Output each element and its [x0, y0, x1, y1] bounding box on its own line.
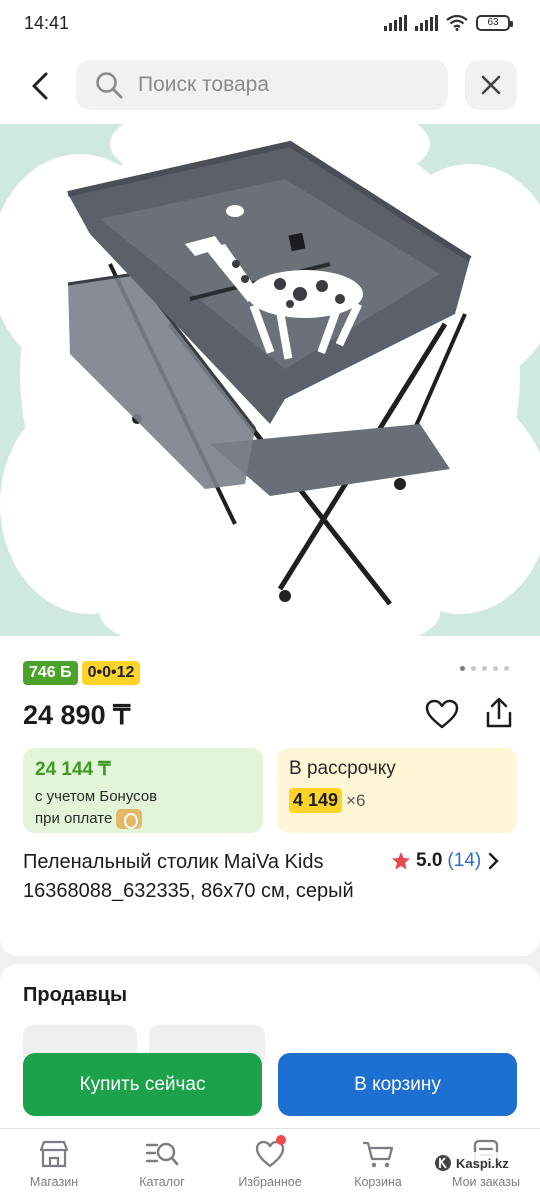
header: [0, 48, 540, 124]
bonus-badge: 746 Б: [23, 661, 78, 685]
badges: 746 Б 0•0•12: [23, 661, 141, 685]
product-price: 24 890 ₸: [23, 700, 131, 730]
star-icon: [392, 852, 410, 870]
chevron-right-icon: [489, 852, 499, 870]
tab-label: Мои заказы: [452, 1175, 520, 1189]
back-button[interactable]: [22, 66, 58, 106]
status-bar: 14:41 63: [0, 0, 540, 48]
product-illustration: [0, 124, 540, 636]
kaspi-logo-icon: [435, 1155, 451, 1171]
installment-title: В рассрочку: [289, 758, 396, 779]
chevron-left-icon: [32, 72, 48, 100]
catalog-search-icon: [145, 1142, 179, 1166]
signal-icon-2: [415, 15, 438, 31]
notification-dot: [276, 1135, 286, 1145]
close-button[interactable]: [465, 60, 517, 110]
tab-favorites[interactable]: Избранное: [216, 1129, 324, 1200]
status-time: 14:41: [24, 13, 70, 33]
installment-amount: 4 149: [289, 788, 343, 813]
share-button[interactable]: [482, 696, 518, 732]
watermark-text: Kaspi.kz: [456, 1155, 509, 1171]
tab-label: Избранное: [238, 1175, 302, 1189]
tab-label: Магазин: [29, 1175, 79, 1189]
cart-icon: [363, 1141, 394, 1168]
bonus-price-box[interactable]: 24 144 ₸ с учетом Бонусов при оплате: [23, 748, 263, 833]
heart-icon: [425, 699, 459, 729]
bonus-note: с учетом Бонусов при оплате: [35, 786, 251, 830]
tab-cart[interactable]: Корзина: [324, 1129, 432, 1200]
installment-box[interactable]: В рассрочку 4 149 ×6: [277, 748, 517, 833]
search-icon: [96, 72, 123, 99]
battery-icon: 63: [476, 15, 513, 31]
status-icons: 63: [384, 15, 513, 31]
close-icon: [481, 75, 501, 95]
sellers-title: Продавцы: [23, 984, 128, 1006]
product-title: Пеленальный столик MaiVa Kids 16368088_6…: [23, 851, 354, 902]
buy-now-button[interactable]: Купить сейчас: [23, 1053, 262, 1116]
wifi-icon: [446, 15, 468, 31]
bonus-price: 24 144 ₸: [35, 759, 111, 780]
payment-coin-icon: [116, 809, 143, 830]
tab-store[interactable]: Магазин: [0, 1129, 108, 1200]
share-icon: [486, 697, 512, 728]
installment-badge: 0•0•12: [81, 661, 141, 685]
store-icon: [39, 1140, 69, 1168]
search-input[interactable]: [138, 73, 438, 97]
product-image[interactable]: [0, 124, 540, 636]
tab-label: Корзина: [354, 1175, 402, 1189]
add-to-cart-button[interactable]: В корзину: [278, 1053, 517, 1116]
rating-value: 5.0: [416, 850, 443, 871]
favorite-button[interactable]: [424, 698, 462, 732]
tab-catalog[interactable]: Каталог: [108, 1129, 216, 1200]
bonus-note-line1: с учетом Бонусов: [35, 788, 158, 805]
tab-label: Каталог: [139, 1175, 185, 1189]
bonus-note-line2: при оплате: [35, 810, 113, 827]
review-count: (14): [447, 850, 482, 871]
product-info-card: 746 Б 0•0•12 24 890 ₸ 24 144 ₸ с учетом …: [0, 636, 540, 956]
search-field[interactable]: [76, 60, 448, 110]
installment-months: ×6: [346, 790, 366, 810]
installment-row: 4 149 ×6: [289, 788, 505, 813]
image-pager-dots: [460, 666, 509, 671]
rating-link[interactable]: 5.0 (14): [391, 850, 500, 872]
kaspi-watermark: Kaspi.kz: [430, 1152, 513, 1174]
signal-icon: [384, 15, 407, 31]
